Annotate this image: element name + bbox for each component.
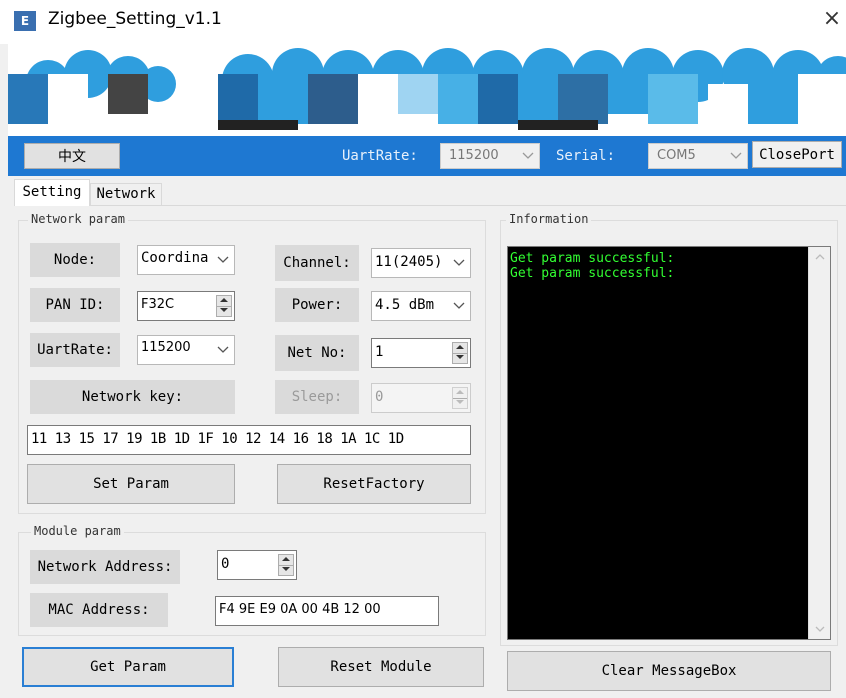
- module-param-title: Module param: [31, 524, 124, 538]
- message-line: Get param successful:: [510, 251, 675, 266]
- set-param-label: Set Param: [93, 476, 169, 492]
- uart-rate-label: UartRate:: [342, 148, 418, 164]
- network-address-value: 0: [221, 556, 230, 572]
- tab-network[interactable]: Network: [90, 183, 162, 205]
- net-no-label: Net No:: [275, 335, 359, 371]
- language-button[interactable]: 中文: [24, 143, 120, 169]
- pan-id-label: PAN ID:: [30, 288, 120, 322]
- tab-strip-border: [14, 205, 846, 206]
- pan-id-value: F32C: [141, 297, 175, 312]
- network-param-title: Network param: [28, 212, 128, 226]
- serial-port-value: COM5: [657, 148, 696, 163]
- power-value: 4.5 dBm: [375, 297, 435, 313]
- arrow-down-icon: [282, 567, 290, 571]
- arrow-down-icon: [220, 308, 228, 312]
- message-line: Get param successful:: [510, 266, 675, 281]
- tab-network-label: Network: [96, 186, 156, 202]
- sleep-value: 0: [375, 389, 384, 405]
- reset-module-label: Reset Module: [330, 659, 432, 675]
- sleep-label: Sleep:: [275, 380, 359, 414]
- uart-rate-param-select[interactable]: 115200: [137, 335, 235, 365]
- mac-address-label: MAC Address:: [30, 593, 168, 627]
- chevron-down-icon: [453, 302, 465, 309]
- reset-module-button[interactable]: Reset Module: [278, 647, 484, 687]
- chevron-down-icon: [522, 152, 534, 159]
- node-value: Coordina: [141, 250, 209, 266]
- arrow-up-icon: [220, 298, 228, 302]
- serial-port-select[interactable]: COM5: [648, 143, 748, 169]
- network-key-input[interactable]: 11 13 15 17 19 1B 1D 1F 10 12 14 16 18 1…: [27, 425, 471, 455]
- message-box-scrollbar[interactable]: [808, 247, 830, 639]
- sleep-spinner: [452, 387, 468, 409]
- banner-art: [8, 44, 846, 136]
- arrow-up-icon: [456, 390, 464, 394]
- network-address-label: Network Address:: [30, 550, 180, 584]
- arrow-down-icon: [456, 400, 464, 404]
- toolbar: 中文 UartRate: 115200 Serial: COM5 ClosePo…: [8, 136, 846, 176]
- net-no-input[interactable]: 1: [371, 338, 471, 368]
- chevron-down-icon: [453, 259, 465, 266]
- information-title: Information: [506, 212, 592, 226]
- node-select[interactable]: Coordina: [137, 245, 235, 275]
- scroll-down-icon[interactable]: [814, 625, 826, 633]
- power-label: Power:: [275, 288, 359, 322]
- arrow-down-icon: [456, 355, 464, 359]
- clear-messagebox-label: Clear MessageBox: [601, 663, 737, 679]
- network-address-input[interactable]: 0: [217, 550, 297, 580]
- network-address-spinner[interactable]: [278, 554, 294, 576]
- get-param-label: Get Param: [90, 659, 166, 675]
- window-title: Zigbee_Setting_v1.1: [48, 9, 222, 29]
- sleep-input: 0: [371, 383, 471, 413]
- channel-select[interactable]: 11(2405): [371, 248, 471, 278]
- message-lines: Get param successful: Get param successf…: [510, 251, 674, 281]
- get-param-button[interactable]: Get Param: [22, 647, 234, 687]
- clear-messagebox-button[interactable]: Clear MessageBox: [507, 651, 831, 691]
- tab-setting[interactable]: Setting: [14, 179, 90, 206]
- channel-label: Channel:: [275, 245, 359, 281]
- arrow-up-icon: [456, 345, 464, 349]
- power-select[interactable]: 4.5 dBm: [371, 291, 471, 321]
- banner-image: [8, 44, 846, 136]
- pan-id-input[interactable]: F32C: [137, 291, 235, 321]
- uart-rate-param-label: UartRate:: [30, 333, 120, 367]
- uart-rate-param-value: 115200: [141, 340, 191, 355]
- message-box[interactable]: Get param successful: Get param successf…: [507, 246, 831, 640]
- node-label: Node:: [30, 243, 120, 277]
- net-no-spinner[interactable]: [452, 342, 468, 364]
- network-key-label: Network key:: [30, 380, 235, 414]
- title-bar: E Zigbee_Setting_v1.1 ×: [0, 0, 846, 44]
- arrow-up-icon: [282, 557, 290, 561]
- channel-value: 11(2405): [375, 254, 443, 270]
- chevron-down-icon: [730, 152, 742, 159]
- uart-rate-value: 115200: [449, 148, 499, 163]
- mac-address-input[interactable]: F4 9E E9 0A 00 4B 12 00: [215, 596, 439, 626]
- scroll-up-icon[interactable]: [814, 253, 826, 261]
- tab-setting-label: Setting: [22, 184, 82, 200]
- serial-label: Serial:: [556, 148, 616, 164]
- reset-factory-label: ResetFactory: [323, 476, 425, 492]
- language-button-label: 中文: [58, 149, 86, 165]
- app-logo-icon: E: [14, 11, 36, 31]
- uart-rate-select[interactable]: 115200: [440, 143, 540, 169]
- close-icon[interactable]: ×: [820, 6, 844, 34]
- chevron-down-icon: [217, 346, 229, 353]
- close-port-button[interactable]: ClosePort: [752, 141, 842, 168]
- close-port-label: ClosePort: [759, 146, 835, 163]
- net-no-value: 1: [375, 344, 384, 360]
- reset-factory-button[interactable]: ResetFactory: [277, 464, 471, 504]
- pan-id-spinner[interactable]: [216, 295, 232, 317]
- chevron-down-icon: [217, 256, 229, 263]
- set-param-button[interactable]: Set Param: [27, 464, 235, 504]
